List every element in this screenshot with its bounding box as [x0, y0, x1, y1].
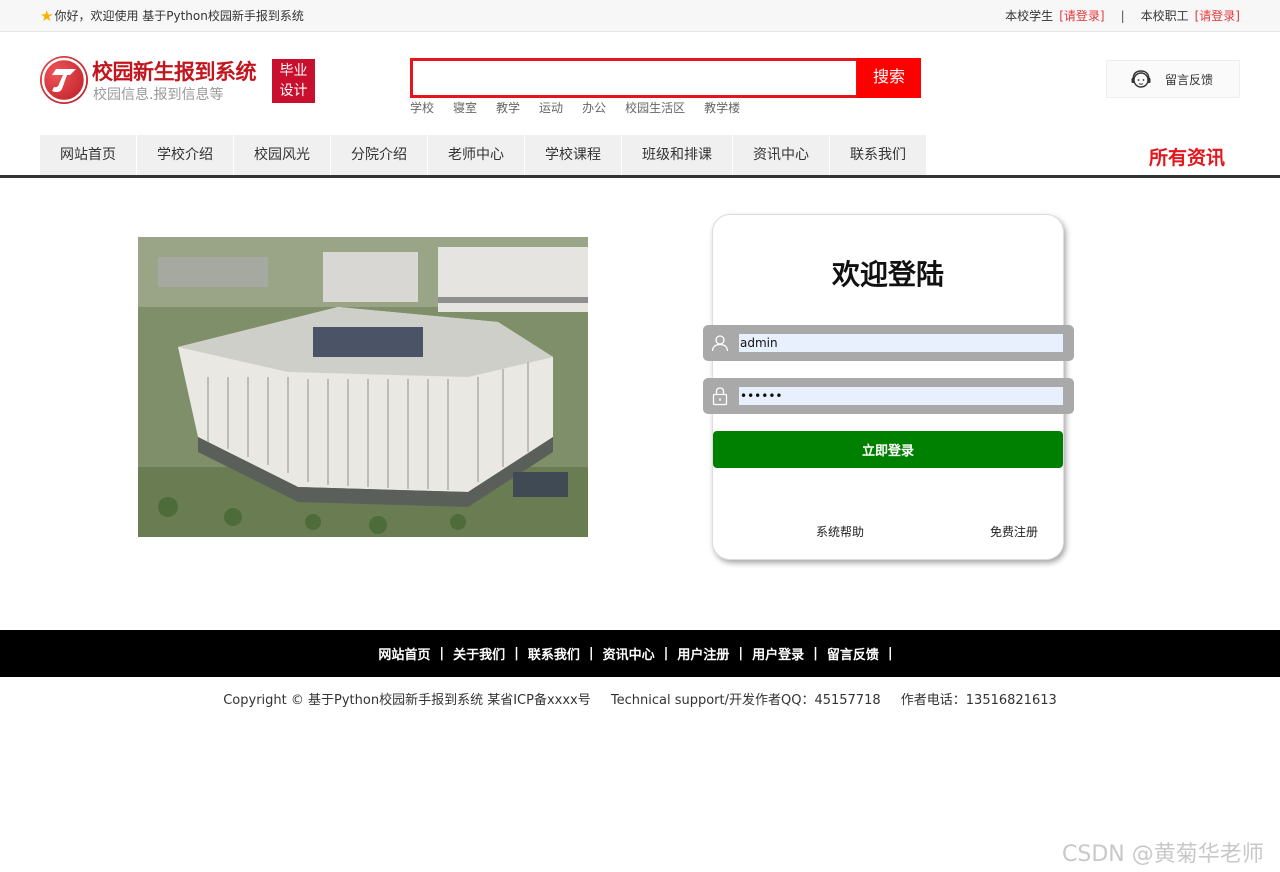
hot-keyword[interactable]: 校园生活区	[625, 99, 685, 116]
welcome-message: ★ 你好，欢迎使用 基于Python校园新手报到系统	[40, 7, 304, 24]
staff-login-link[interactable]: [请登录]	[1195, 7, 1240, 24]
main-nav: 网站首页 学校介绍 校园风光 分院介绍 老师中心 学校课程 班级和排课 资讯中心…	[0, 135, 1280, 178]
nav-item-teacher-center[interactable]: 老师中心	[428, 135, 524, 175]
copyright: Copyright © 基于Python校园新手报到系统 某省ICP备xxxx号…	[0, 689, 1280, 708]
all-news-link[interactable]: 所有资讯	[1149, 143, 1225, 170]
hot-keyword[interactable]: 学校	[410, 99, 434, 116]
nav-item-class-schedule[interactable]: 班级和排课	[622, 135, 732, 175]
feedback-label: 留言反馈	[1165, 72, 1214, 87]
password-field	[703, 378, 1074, 414]
site-logo[interactable]: 校园新生报到系统 校园信息.报到信息等 毕业 设计	[40, 56, 320, 106]
footer-separator: |	[588, 646, 594, 661]
watermark: CSDN @黄菊华老师	[1062, 842, 1264, 867]
hot-keyword[interactable]: 教学	[496, 99, 520, 116]
search-input[interactable]	[410, 58, 859, 98]
site-title: 校园新生报到系统	[92, 60, 257, 84]
login-title: 欢迎登陆	[831, 258, 944, 291]
copyright-text: Copyright © 基于Python校园新手报到系统 某省ICP备xxxx号	[223, 693, 591, 708]
footer-link-register[interactable]: 用户注册	[677, 644, 729, 663]
nav-item-courses[interactable]: 学校课程	[525, 135, 621, 175]
support-text: Technical support/开发作者QQ：45157718	[610, 693, 881, 708]
nav-item-home[interactable]: 网站首页	[40, 135, 136, 175]
separator: |	[1120, 8, 1125, 23]
footer-link-login[interactable]: 用户登录	[752, 644, 804, 663]
search-box: 搜索	[410, 58, 921, 98]
hot-keyword[interactable]: 教学楼	[704, 99, 740, 116]
footer-link-about[interactable]: 关于我们	[453, 644, 505, 663]
register-link[interactable]: 免费注册	[990, 523, 1038, 540]
footer-separator: |	[439, 646, 445, 661]
feedback-button[interactable]: 留言反馈	[1106, 60, 1240, 98]
user-login-links: 本校学生 [请登录] | 本校职工 [请登录]	[1005, 7, 1240, 24]
staff-label: 本校职工	[1140, 9, 1189, 23]
hot-keyword[interactable]: 办公	[582, 99, 606, 116]
footer-separator: |	[514, 646, 519, 661]
phone-text: 作者电话：13516821613	[900, 693, 1057, 708]
footer-separator: |	[813, 646, 818, 661]
nav-item-news-center[interactable]: 资讯中心	[733, 135, 829, 175]
footer-separator: |	[887, 646, 893, 661]
graduation-badge: 毕业 设计	[272, 59, 315, 103]
hot-keyword[interactable]: 寝室	[453, 99, 477, 116]
footer-separator: |	[663, 646, 669, 661]
login-button[interactable]: 立即登录	[713, 431, 1063, 468]
hot-keywords: 学校 寝室 教学 运动 办公 校园生活区 教学楼	[410, 99, 759, 116]
hot-keyword[interactable]: 运动	[539, 99, 563, 116]
footer-link-contact[interactable]: 联系我们	[528, 644, 580, 663]
customer-service-icon	[1131, 70, 1151, 88]
username-input[interactable]	[739, 334, 1063, 352]
logo-emblem-icon	[40, 56, 88, 104]
nav-item-contact[interactable]: 联系我们	[830, 135, 926, 175]
nav-item-school-intro[interactable]: 学校介绍	[137, 135, 233, 175]
footer-link-feedback[interactable]: 留言反馈	[827, 644, 879, 663]
student-label: 本校学生	[1005, 9, 1054, 23]
student-login-link[interactable]: [请登录]	[1059, 7, 1104, 24]
nav-item-college-intro[interactable]: 分院介绍	[331, 135, 427, 175]
user-icon	[711, 335, 729, 352]
username-field	[703, 325, 1074, 361]
welcome-text: 你好，欢迎使用 基于Python校园新手报到系统	[54, 9, 304, 23]
top-bar: ★ 你好，欢迎使用 基于Python校园新手报到系统 本校学生 [请登录] | …	[0, 0, 1280, 32]
footer-nav: 网站首页 | 关于我们 | 联系我们 | 资讯中心 | 用户注册 | 用户登录 | 留言反馈…	[0, 630, 1280, 677]
lock-icon	[712, 387, 728, 406]
footer-link-home[interactable]: 网站首页	[378, 644, 430, 663]
campus-photo	[138, 237, 588, 537]
search-button[interactable]: 搜索	[857, 58, 921, 98]
site-subtitle: 校园信息.报到信息等	[93, 87, 224, 103]
footer-separator: |	[738, 646, 744, 661]
badge-line1: 毕业	[279, 63, 308, 79]
system-help-link[interactable]: 系统帮助	[816, 523, 864, 540]
nav-item-campus-scenery[interactable]: 校园风光	[234, 135, 330, 175]
footer-link-news[interactable]: 资讯中心	[603, 644, 655, 663]
password-input[interactable]	[739, 387, 1063, 405]
badge-line2: 设计	[279, 83, 308, 99]
star-icon: ★	[40, 6, 54, 25]
